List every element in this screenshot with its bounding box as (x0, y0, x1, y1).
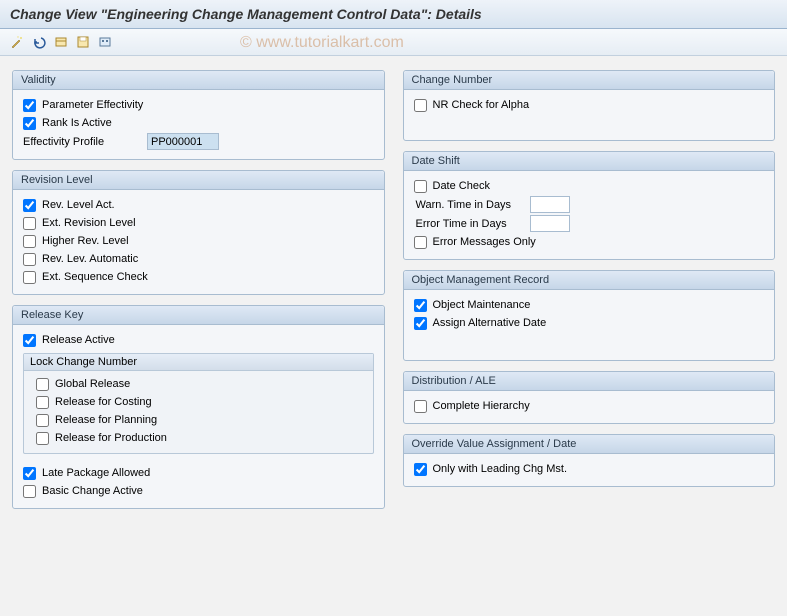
lbl-late-pkg: Late Package Allowed (42, 467, 150, 479)
right-column: Change Number NR Check for Alpha Date Sh… (403, 70, 776, 509)
chk-param-effectivity[interactable] (23, 99, 36, 112)
group-change-number: Change Number NR Check for Alpha (403, 70, 776, 141)
chk-rev-auto[interactable] (23, 253, 36, 266)
group-header-override: Override Value Assignment / Date (404, 435, 775, 454)
config-icon[interactable] (96, 33, 114, 51)
chk-ext-rev-level[interactable] (23, 217, 36, 230)
lbl-higher-rev: Higher Rev. Level (42, 235, 129, 247)
chk-obj-maint[interactable] (414, 299, 427, 312)
chk-basic-change[interactable] (23, 485, 36, 498)
content-area: Validity Parameter Effectivity Rank Is A… (0, 56, 787, 523)
group-distribution: Distribution / ALE Complete Hierarchy (403, 371, 776, 424)
group-header-omr: Object Management Record (404, 271, 775, 290)
lbl-obj-maint: Object Maintenance (433, 299, 531, 311)
lbl-rel-planning: Release for Planning (55, 414, 157, 426)
chk-date-check[interactable] (414, 180, 427, 193)
lbl-error-msg-only: Error Messages Only (433, 236, 536, 248)
lbl-ext-seq: Ext. Sequence Check (42, 271, 148, 283)
chk-rev-level-act[interactable] (23, 199, 36, 212)
subgroup-header-lock: Lock Change Number (24, 354, 373, 371)
chk-only-leading[interactable] (414, 463, 427, 476)
group-revision-level: Revision Level Rev. Level Act. Ext. Revi… (12, 170, 385, 295)
lbl-param-effectivity: Parameter Effectivity (42, 99, 143, 111)
lbl-warn-time: Warn. Time in Days (416, 199, 526, 211)
lbl-rel-costing: Release for Costing (55, 396, 152, 408)
wand-icon[interactable] (8, 33, 26, 51)
left-column: Validity Parameter Effectivity Rank Is A… (12, 70, 385, 509)
lbl-nr-check: NR Check for Alpha (433, 99, 530, 111)
input-eff-profile[interactable] (147, 133, 219, 150)
chk-global-release[interactable] (36, 378, 49, 391)
chk-rel-costing[interactable] (36, 396, 49, 409)
group-header-date-shift: Date Shift (404, 152, 775, 171)
group-header-release: Release Key (13, 306, 384, 325)
lbl-eff-profile: Effectivity Profile (23, 136, 143, 148)
input-error-time[interactable] (530, 215, 570, 232)
group-header-distribution: Distribution / ALE (404, 372, 775, 391)
lbl-ext-rev-level: Ext. Revision Level (42, 217, 136, 229)
lbl-rank-active: Rank Is Active (42, 117, 112, 129)
lbl-basic-change: Basic Change Active (42, 485, 143, 497)
input-warn-time[interactable] (530, 196, 570, 213)
toolbar (0, 29, 787, 56)
chk-ext-seq[interactable] (23, 271, 36, 284)
chk-rel-production[interactable] (36, 432, 49, 445)
undo-icon[interactable] (30, 33, 48, 51)
box-icon[interactable] (52, 33, 70, 51)
lbl-assign-alt: Assign Alternative Date (433, 317, 547, 329)
page-title: Change View "Engineering Change Manageme… (0, 0, 787, 29)
chk-assign-alt[interactable] (414, 317, 427, 330)
lbl-complete-hier: Complete Hierarchy (433, 400, 530, 412)
lbl-rev-auto: Rev. Lev. Automatic (42, 253, 138, 265)
lbl-date-check: Date Check (433, 180, 490, 192)
chk-release-active[interactable] (23, 334, 36, 347)
chk-error-msg-only[interactable] (414, 236, 427, 249)
group-header-change-number: Change Number (404, 71, 775, 90)
group-override: Override Value Assignment / Date Only wi… (403, 434, 776, 487)
group-omr: Object Management Record Object Maintena… (403, 270, 776, 361)
chk-nr-check[interactable] (414, 99, 427, 112)
group-release-key: Release Key Release Active Lock Change N… (12, 305, 385, 509)
lbl-only-leading: Only with Leading Chg Mst. (433, 463, 568, 475)
chk-higher-rev[interactable] (23, 235, 36, 248)
save-icon[interactable] (74, 33, 92, 51)
chk-late-pkg[interactable] (23, 467, 36, 480)
lbl-rev-level-act: Rev. Level Act. (42, 199, 115, 211)
lbl-error-time: Error Time in Days (416, 218, 526, 230)
group-header-validity: Validity (13, 71, 384, 90)
group-date-shift: Date Shift Date Check Warn. Time in Days… (403, 151, 776, 260)
lbl-rel-production: Release for Production (55, 432, 167, 444)
lbl-global-release: Global Release (55, 378, 130, 390)
group-header-revision: Revision Level (13, 171, 384, 190)
group-validity: Validity Parameter Effectivity Rank Is A… (12, 70, 385, 160)
lbl-release-active: Release Active (42, 334, 115, 346)
chk-rel-planning[interactable] (36, 414, 49, 427)
subgroup-lock-change-number: Lock Change Number Global Release Releas… (23, 353, 374, 454)
chk-rank-active[interactable] (23, 117, 36, 130)
chk-complete-hier[interactable] (414, 400, 427, 413)
